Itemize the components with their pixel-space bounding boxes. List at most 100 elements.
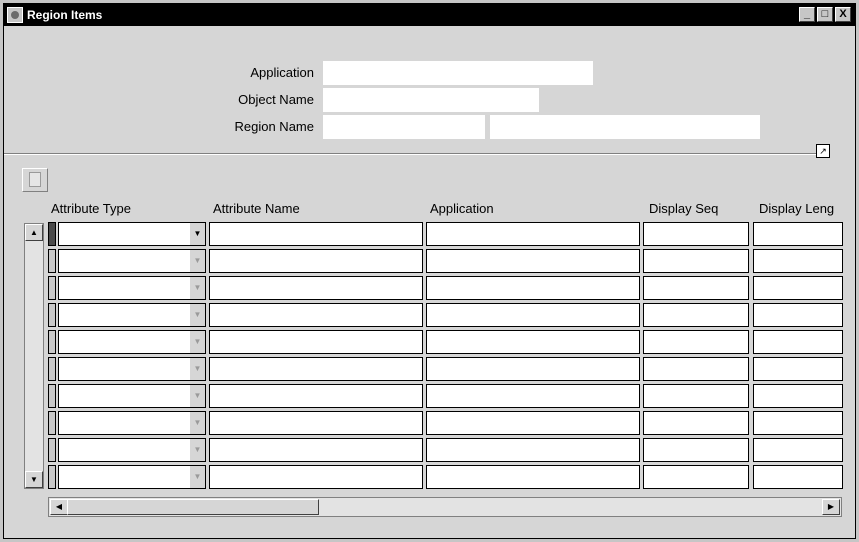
scroll-up-icon[interactable]: ▲: [25, 224, 43, 241]
application-cell[interactable]: [426, 276, 640, 300]
record-indicator[interactable]: [48, 222, 56, 246]
record-indicator[interactable]: [48, 384, 56, 408]
horizontal-scrollbar[interactable]: ◀ ▶: [48, 497, 842, 517]
record-indicator[interactable]: [48, 330, 56, 354]
vertical-scrollbar[interactable]: ▲ ▼: [24, 223, 44, 489]
display-seq-cell[interactable]: [643, 249, 749, 273]
minimize-button[interactable]: _: [799, 7, 815, 22]
application-cell[interactable]: [426, 303, 640, 327]
attribute-name-cell[interactable]: [209, 276, 423, 300]
display-length-cell[interactable]: [753, 276, 843, 300]
application-cell[interactable]: [426, 438, 640, 462]
expand-icon[interactable]: ↗: [816, 144, 830, 158]
dropdown-arrow-icon[interactable]: ▼: [190, 438, 206, 462]
object-name-field[interactable]: [323, 88, 539, 112]
object-name-label: Object Name: [238, 92, 314, 107]
attribute-type-cell[interactable]: [58, 438, 192, 462]
application-cell[interactable]: [426, 249, 640, 273]
attribute-name-cell[interactable]: [209, 438, 423, 462]
title-bar: Region Items _ □ X: [4, 4, 855, 26]
dropdown-arrow-icon[interactable]: ▼: [190, 465, 206, 489]
attribute-name-cell[interactable]: [209, 411, 423, 435]
application-cell[interactable]: [426, 357, 640, 381]
display-seq-cell[interactable]: [643, 276, 749, 300]
application-cell[interactable]: [426, 330, 640, 354]
scroll-down-icon[interactable]: ▼: [25, 471, 43, 488]
attribute-name-cell[interactable]: [209, 249, 423, 273]
table-row: ▼: [48, 276, 843, 300]
display-length-cell[interactable]: [753, 222, 843, 246]
record-indicator[interactable]: [48, 438, 56, 462]
table-row: ▼: [48, 438, 843, 462]
display-seq-cell[interactable]: [643, 303, 749, 327]
display-seq-cell[interactable]: [643, 330, 749, 354]
display-length-cell[interactable]: [753, 249, 843, 273]
display-length-cell[interactable]: [753, 357, 843, 381]
display-length-cell[interactable]: [753, 465, 843, 489]
record-indicator[interactable]: [48, 303, 56, 327]
attribute-type-cell[interactable]: [58, 465, 192, 489]
attribute-type-cell[interactable]: [58, 222, 192, 246]
record-indicator[interactable]: [48, 411, 56, 435]
window-title: Region Items: [27, 8, 103, 22]
dropdown-arrow-icon[interactable]: ▼: [190, 330, 206, 354]
record-indicator[interactable]: [48, 249, 56, 273]
application-cell[interactable]: [426, 465, 640, 489]
attribute-name-cell[interactable]: [209, 222, 423, 246]
col-header-attribute-name: Attribute Name: [213, 201, 300, 216]
scroll-left-icon[interactable]: ◀: [50, 499, 68, 515]
display-seq-cell[interactable]: [643, 465, 749, 489]
col-header-display-seq: Display Seq: [649, 201, 719, 216]
new-record-button[interactable]: [22, 168, 48, 192]
display-seq-cell[interactable]: [643, 384, 749, 408]
dropdown-arrow-icon[interactable]: ▼: [190, 276, 206, 300]
close-button[interactable]: X: [835, 7, 851, 22]
attribute-name-cell[interactable]: [209, 330, 423, 354]
region-name-field[interactable]: [490, 115, 760, 139]
display-length-cell[interactable]: [753, 303, 843, 327]
display-seq-cell[interactable]: [643, 438, 749, 462]
record-indicator[interactable]: [48, 465, 56, 489]
attribute-type-cell[interactable]: [58, 249, 192, 273]
attribute-type-cell[interactable]: [58, 303, 192, 327]
application-cell[interactable]: [426, 411, 640, 435]
display-length-cell[interactable]: [753, 384, 843, 408]
attribute-type-cell[interactable]: [58, 330, 192, 354]
dropdown-arrow-icon[interactable]: ▼: [190, 303, 206, 327]
table-row: ▼: [48, 384, 843, 408]
region-items-window: Region Items _ □ X Application Object Na…: [3, 3, 856, 539]
attribute-name-cell[interactable]: [209, 384, 423, 408]
application-cell[interactable]: [426, 222, 640, 246]
display-length-cell[interactable]: [753, 438, 843, 462]
region-application-field[interactable]: [323, 115, 485, 139]
col-header-application: Application: [430, 201, 494, 216]
scroll-right-icon[interactable]: ▶: [822, 499, 840, 515]
record-indicator[interactable]: [48, 357, 56, 381]
display-seq-cell[interactable]: [643, 411, 749, 435]
display-seq-cell[interactable]: [643, 222, 749, 246]
display-seq-cell[interactable]: [643, 357, 749, 381]
attribute-type-cell[interactable]: [58, 276, 192, 300]
table-row: ▼: [48, 330, 843, 354]
display-length-cell[interactable]: [753, 330, 843, 354]
application-field[interactable]: [323, 61, 593, 85]
dropdown-arrow-icon[interactable]: ▼: [190, 411, 206, 435]
attribute-type-cell[interactable]: [58, 384, 192, 408]
table-row: ▼: [48, 222, 843, 246]
dropdown-arrow-icon[interactable]: ▼: [190, 384, 206, 408]
application-cell[interactable]: [426, 384, 640, 408]
dropdown-arrow-icon[interactable]: ▼: [190, 357, 206, 381]
display-length-cell[interactable]: [753, 411, 843, 435]
horizontal-scroll-thumb[interactable]: [67, 499, 319, 515]
attribute-name-cell[interactable]: [209, 465, 423, 489]
attribute-name-cell[interactable]: [209, 303, 423, 327]
attribute-type-cell[interactable]: [58, 411, 192, 435]
attribute-name-cell[interactable]: [209, 357, 423, 381]
attribute-type-cell[interactable]: [58, 357, 192, 381]
record-indicator[interactable]: [48, 276, 56, 300]
window-menu-icon[interactable]: [7, 7, 23, 23]
maximize-button[interactable]: □: [817, 7, 833, 22]
dropdown-arrow-icon[interactable]: ▼: [190, 222, 206, 246]
dropdown-arrow-icon[interactable]: ▼: [190, 249, 206, 273]
new-record-icon: [29, 172, 41, 187]
